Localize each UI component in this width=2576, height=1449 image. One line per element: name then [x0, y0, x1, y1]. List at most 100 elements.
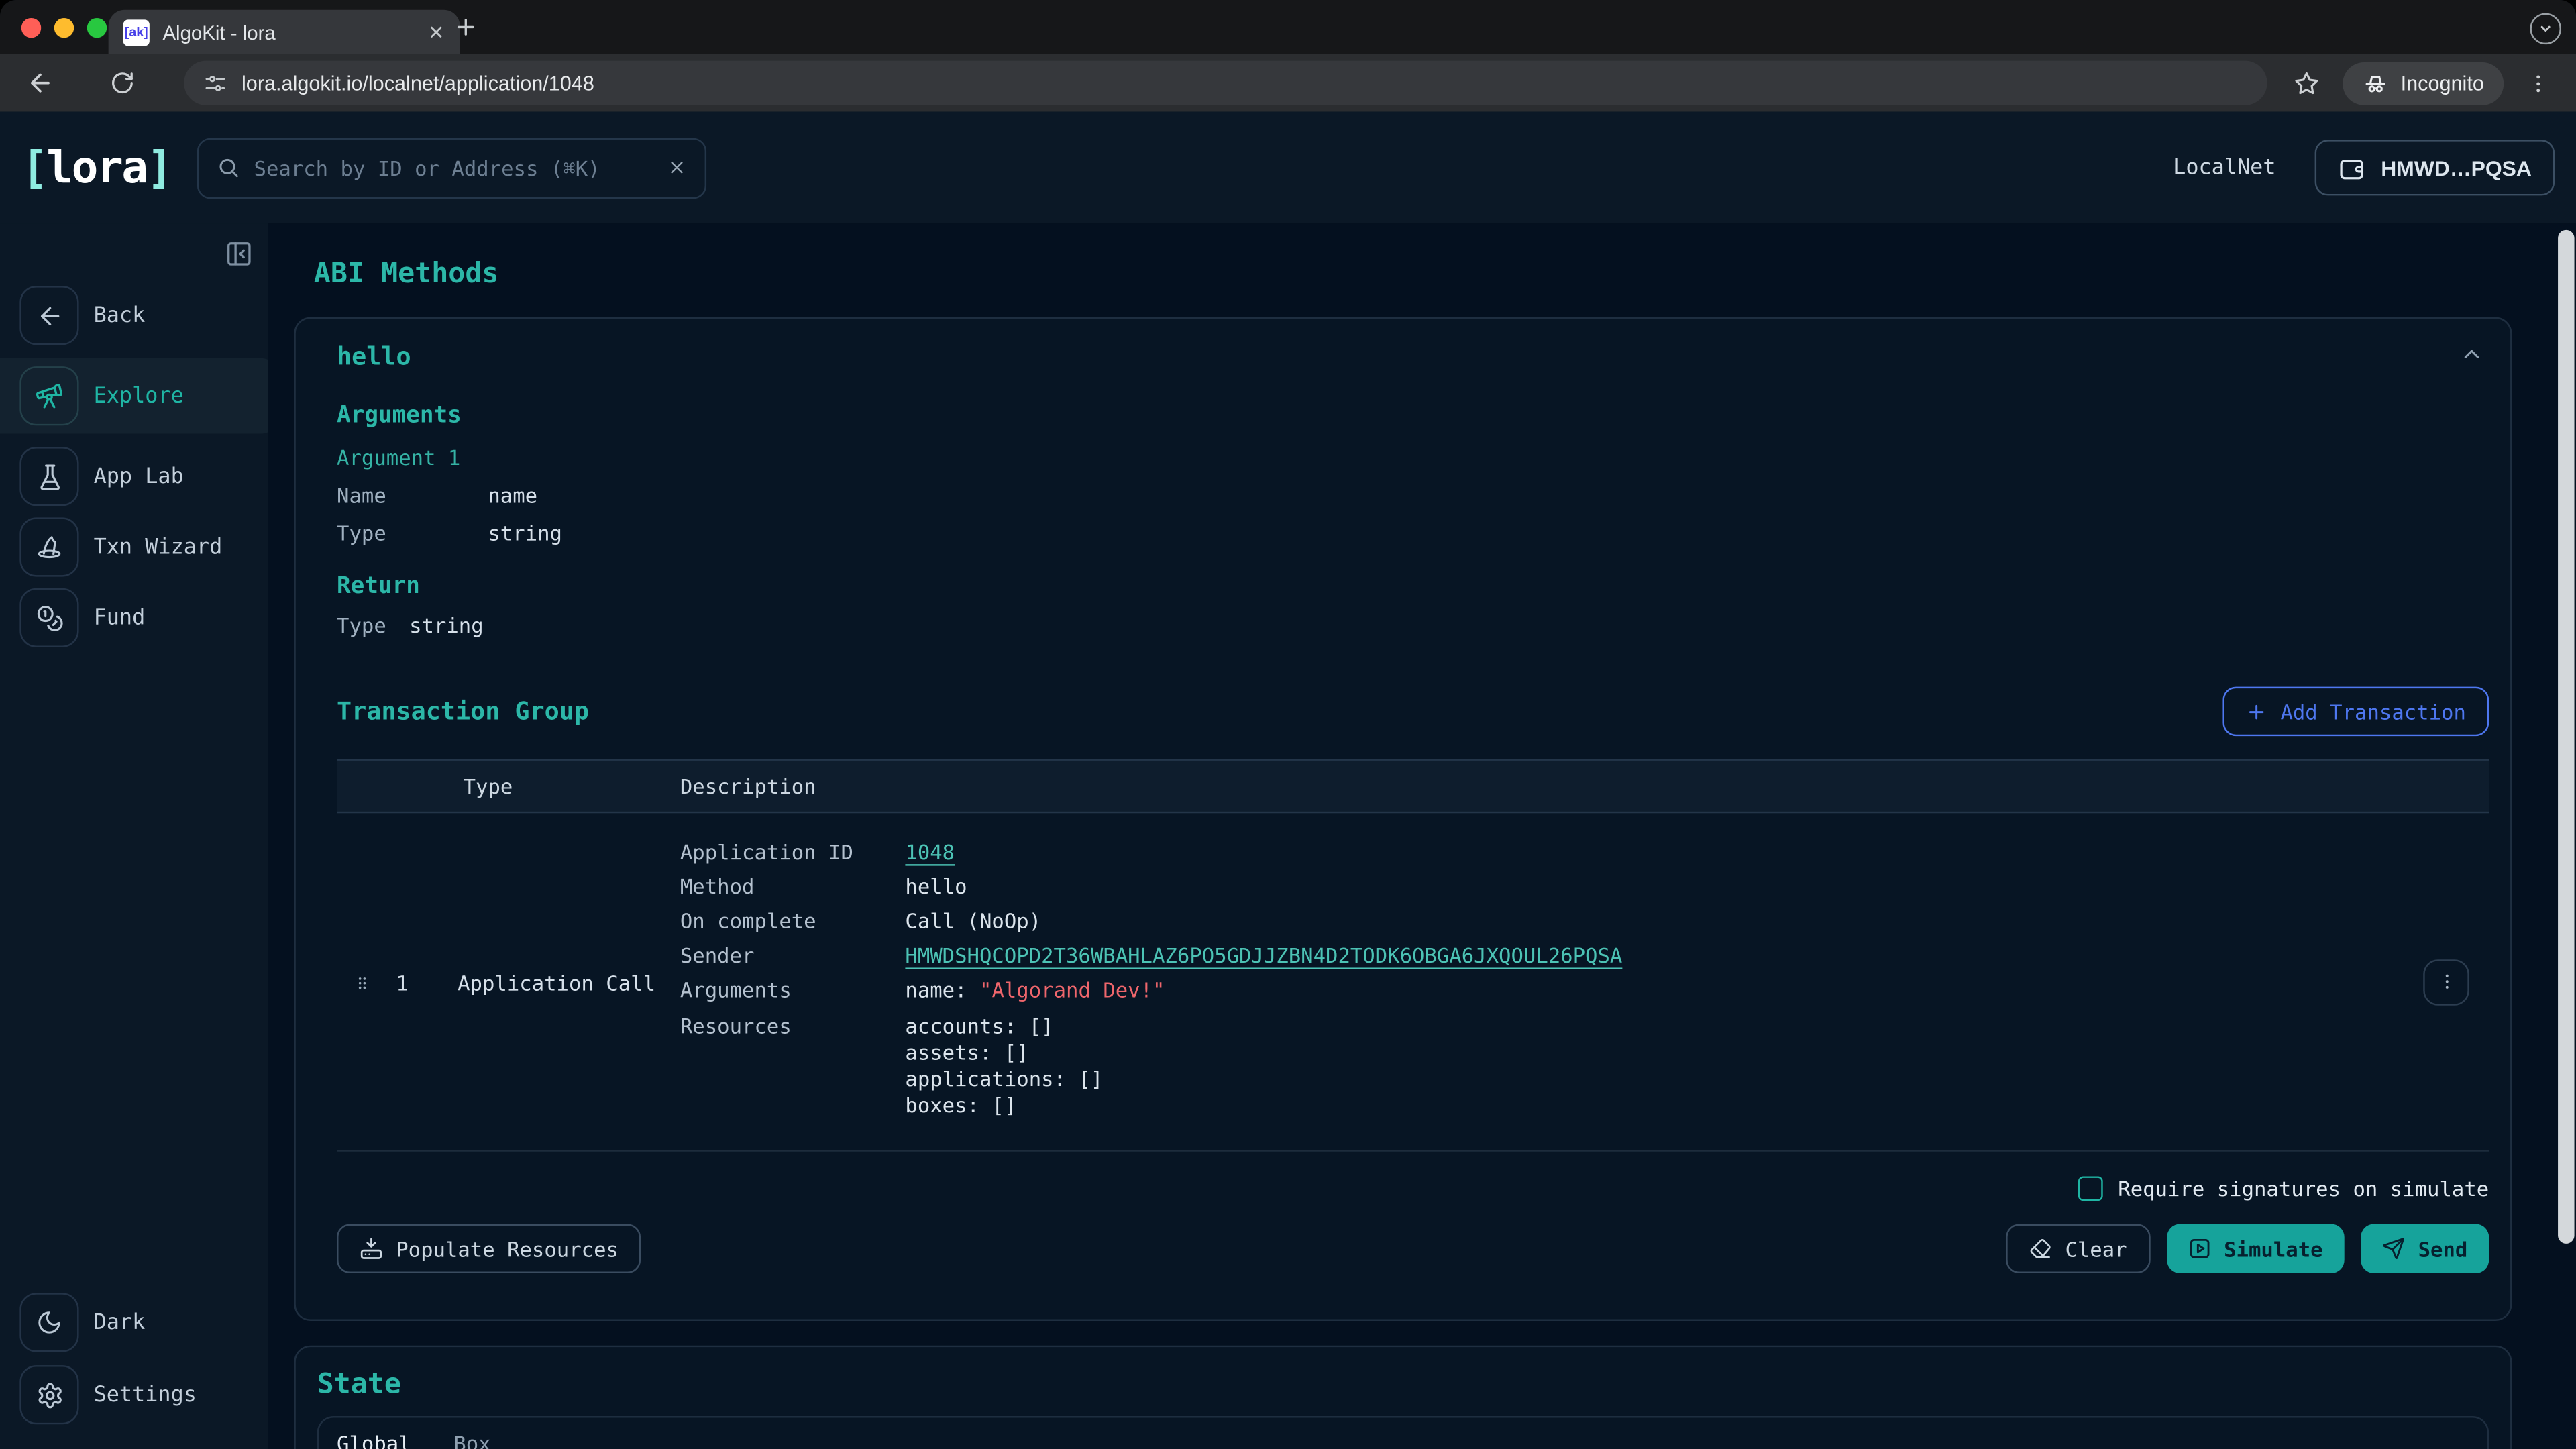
add-transaction-button[interactable]: Add Transaction [2223, 687, 2489, 736]
field-value: hello [905, 874, 967, 901]
row-label: Type [337, 523, 488, 545]
tab-global[interactable]: Global [325, 1432, 423, 1449]
argument-string-value: "Algorand Dev!" [979, 977, 1165, 1002]
field-application-id: Application ID 1048 [680, 839, 2489, 866]
state-heading: State [317, 1368, 2489, 1401]
send-label: Send [2418, 1236, 2468, 1261]
abi-method-card: hello Arguments Argument 1 Name name Typ… [294, 317, 2512, 1322]
tab-search-button[interactable] [2530, 13, 2561, 45]
column-header-description: Description [680, 773, 816, 798]
application-id-link[interactable]: 1048 [905, 839, 955, 866]
sidebar-nav: Back Explore App Lab [0, 288, 268, 646]
argument-1-heading: Argument 1 [337, 445, 2489, 470]
row-value: name [488, 484, 537, 507]
gear-icon [19, 1365, 78, 1424]
chevron-up-icon[interactable] [2459, 341, 2484, 366]
method-name: hello [337, 319, 2489, 371]
transaction-actions: Populate Resources Clear [317, 1224, 2489, 1320]
page-scrollbar-thumb[interactable] [2558, 230, 2574, 1244]
require-signatures-checkbox[interactable] [2078, 1177, 2103, 1201]
coins-icon [19, 588, 78, 647]
table-row: 1 Application Call Application ID 1048 M… [337, 813, 2489, 1152]
field-resources: Resources accounts: [] assets: [] applic… [680, 1013, 2489, 1120]
simulate-signatures-row: Require signatures on simulate [317, 1177, 2489, 1201]
populate-resources-icon [360, 1238, 382, 1260]
browser-menu-icon[interactable] [2527, 72, 2550, 95]
wallet-button[interactable]: HMWD…PQSA [2315, 140, 2555, 195]
sidebar-item-label: Back [94, 303, 146, 328]
tab-title: AlgoKit - lora [162, 21, 414, 44]
send-icon [2382, 1238, 2405, 1260]
field-label: On complete [680, 908, 906, 935]
row-label: Type [337, 614, 386, 637]
lora-logo[interactable]: [lora] [21, 142, 172, 193]
incognito-label: Incognito [2401, 72, 2484, 95]
clear-button[interactable]: Clear [2006, 1224, 2150, 1273]
logo-text: lora [46, 142, 146, 193]
populate-resources-button[interactable]: Populate Resources [337, 1224, 641, 1273]
moon-icon [19, 1293, 78, 1352]
tab-favicon: [ak] [123, 19, 150, 45]
zoom-window-button[interactable] [87, 17, 107, 37]
plus-icon [2246, 700, 2267, 722]
row-menu-button[interactable] [2423, 959, 2469, 1005]
tab-close-icon[interactable] [427, 23, 445, 41]
arguments-heading: Arguments [337, 402, 2489, 429]
send-button[interactable]: Send [2361, 1224, 2489, 1273]
search-clear-icon[interactable] [666, 158, 686, 177]
sender-address-link[interactable]: HMWDSHQCOPD2T36WBAHLAZ6PO5GDJJZBN4D2TODK… [905, 943, 1622, 970]
browser-tab-strip: [ak] AlgoKit - lora [0, 0, 2576, 54]
resource-accounts: accounts: [] [905, 1013, 1103, 1040]
field-arguments: Arguments name: "Algorand Dev!" [680, 977, 2489, 1004]
network-label[interactable]: LocalNet [2173, 155, 2275, 180]
simulate-button[interactable]: Simulate [2166, 1224, 2344, 1273]
minimize-window-button[interactable] [54, 17, 74, 37]
row-value: string [488, 523, 562, 545]
browser-tab[interactable]: [ak] AlgoKit - lora [109, 10, 460, 54]
flask-icon [19, 447, 78, 506]
search-icon [216, 156, 239, 179]
back-icon[interactable] [26, 69, 54, 97]
field-label: Application ID [680, 839, 906, 866]
sidebar-item-explore[interactable]: Explore [0, 358, 278, 434]
state-card: State Global Box [294, 1346, 2512, 1449]
resource-applications: applications: [] [905, 1067, 1103, 1093]
search-placeholder: Search by ID or Address (⌘K) [254, 155, 652, 180]
field-label: Method [680, 874, 906, 901]
sidebar-item-label: Settings [94, 1383, 197, 1407]
sidebar-item-theme-dark[interactable]: Dark [0, 1295, 268, 1350]
wizard-hat-icon [19, 517, 78, 576]
sidebar-item-label: Fund [94, 605, 146, 630]
sidebar-item-label: Explore [94, 384, 184, 409]
screen: [ak] AlgoKit - lora lora.algokit.io/loca… [0, 0, 2576, 1449]
logo-bracket-right: ] [147, 142, 172, 193]
address-bar[interactable]: lora.algokit.io/localnet/application/104… [184, 61, 2267, 105]
close-window-button[interactable] [21, 17, 41, 37]
sidebar-item-back[interactable]: Back [0, 288, 268, 343]
window-controls [21, 17, 107, 37]
wallet-icon [2339, 154, 2367, 182]
sidebar-item-label: App Lab [94, 464, 184, 489]
sidebar-item-fund[interactable]: Fund [0, 590, 268, 645]
sidebar-item-app-lab[interactable]: App Lab [0, 449, 268, 504]
new-tab-button[interactable] [453, 15, 478, 40]
tab-box[interactable]: Box [442, 1432, 502, 1449]
sidebar-item-label: Txn Wizard [94, 535, 223, 559]
sidebar-item-label: Dark [94, 1310, 146, 1335]
field-value: Call (NoOp) [905, 908, 1041, 935]
sidebar-item-txn-wizard[interactable]: Txn Wizard [0, 519, 268, 575]
square-play-icon [2188, 1238, 2210, 1260]
site-settings-icon[interactable] [204, 72, 227, 95]
eraser-icon [2029, 1238, 2052, 1260]
bookmark-star-icon[interactable] [2294, 70, 2320, 96]
field-method: Method hello [680, 874, 2489, 901]
telescope-icon [19, 366, 78, 425]
field-sender: Sender HMWDSHQCOPD2T36WBAHLAZ6PO5GDJJZBN… [680, 943, 2489, 970]
add-transaction-label: Add Transaction [2280, 699, 2465, 724]
sidebar-item-settings[interactable]: Settings [0, 1367, 268, 1423]
reload-icon[interactable] [110, 70, 135, 95]
drag-handle-icon[interactable] [354, 971, 372, 996]
sidebar-collapse-icon[interactable] [225, 240, 254, 268]
search-input[interactable]: Search by ID or Address (⌘K) [197, 137, 706, 198]
state-tabs: Global Box [319, 1418, 2487, 1449]
